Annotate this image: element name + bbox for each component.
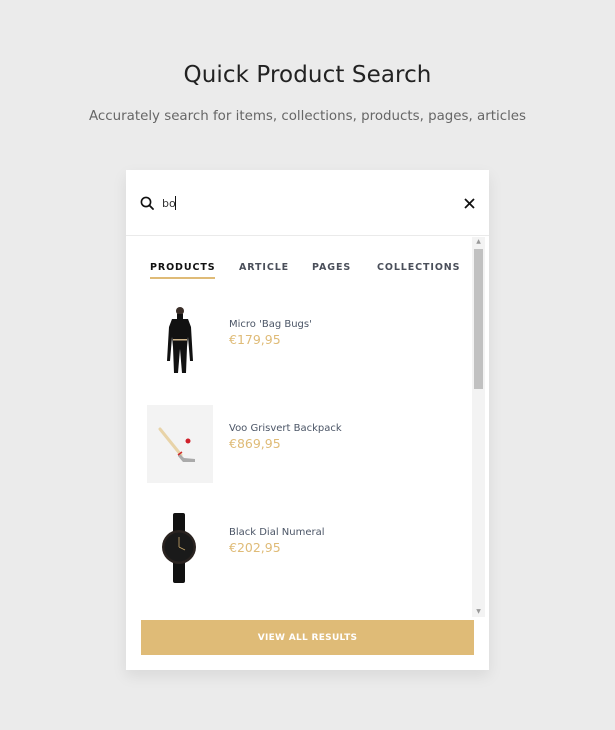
product-image — [147, 405, 213, 483]
search-icon[interactable] — [140, 196, 154, 210]
product-price: €202,95 — [229, 540, 281, 555]
text-cursor — [175, 196, 176, 210]
scroll-down-arrow-icon[interactable]: ▼ — [472, 607, 485, 617]
tab-collections[interactable]: COLLECTIONS — [377, 262, 460, 273]
tab-products[interactable]: PRODUCTS — [150, 262, 216, 279]
product-price: €179,95 — [229, 332, 281, 347]
search-input[interactable] — [162, 194, 452, 212]
tab-pages[interactable]: PAGES — [312, 262, 351, 273]
scroll-up-arrow-icon[interactable]: ▲ — [472, 237, 485, 247]
product-price: €869,95 — [229, 436, 281, 451]
product-item[interactable]: Black Dial Numeral €202,95 — [147, 509, 447, 587]
close-icon[interactable] — [464, 198, 475, 209]
product-image — [162, 513, 196, 583]
product-name: Voo Grisvert Backpack — [229, 423, 342, 434]
product-image — [167, 307, 193, 373]
results-panel: PRODUCTS ARTICLE PAGES COLLECTIONS Micro… — [126, 237, 489, 617]
tab-article[interactable]: ARTICLE — [239, 262, 289, 273]
product-name: Micro 'Bag Bugs' — [229, 319, 312, 330]
results-scrollbar[interactable]: ▲ ▼ — [472, 237, 485, 617]
search-modal: PRODUCTS ARTICLE PAGES COLLECTIONS Micro… — [126, 170, 489, 670]
product-name: Black Dial Numeral — [229, 527, 325, 538]
product-item[interactable]: Voo Grisvert Backpack €869,95 — [147, 405, 447, 483]
scrollbar-thumb[interactable] — [474, 249, 483, 389]
page-subtitle: Accurately search for items, collections… — [88, 109, 527, 124]
product-item[interactable]: Micro 'Bag Bugs' €179,95 — [147, 301, 447, 379]
view-all-results-button[interactable]: VIEW ALL RESULTS — [141, 620, 474, 655]
page-title: Quick Product Search — [183, 62, 432, 88]
search-bar — [126, 170, 489, 236]
